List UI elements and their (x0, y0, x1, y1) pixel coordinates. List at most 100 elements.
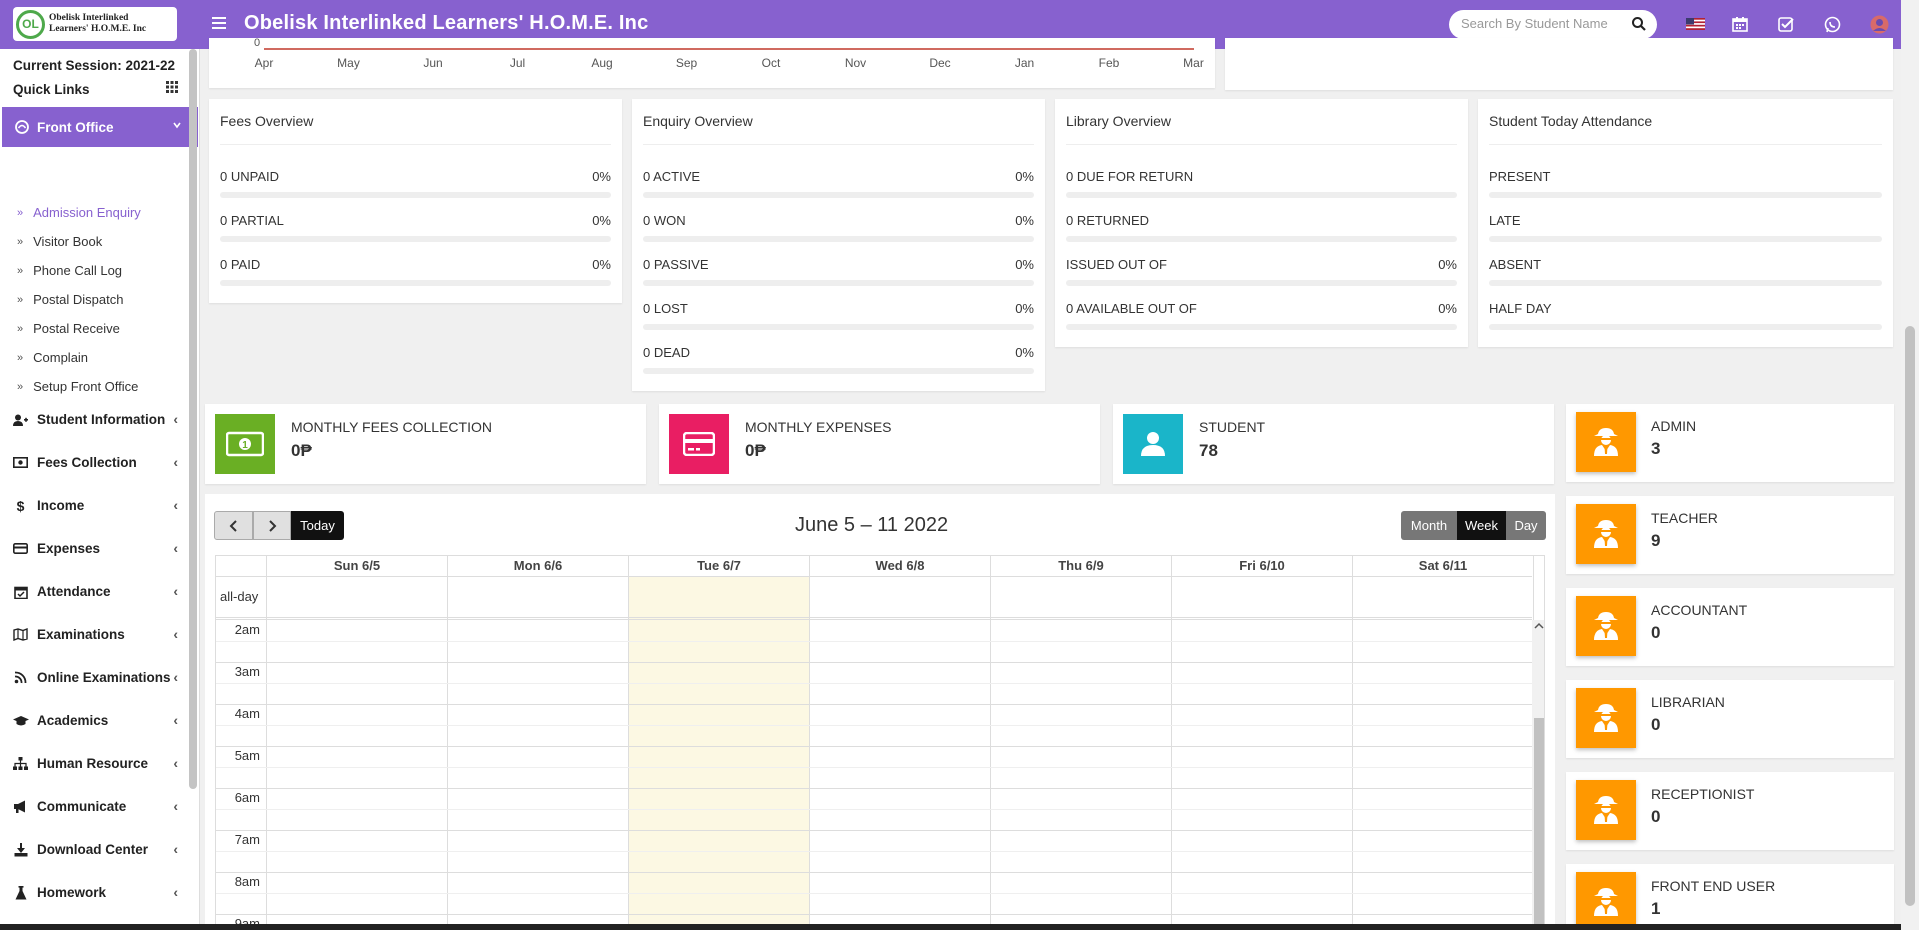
time-slot-label: 4am (234, 706, 260, 721)
money-icon (12, 457, 29, 468)
sidebar-item-communicate[interactable]: Communicate ‹ (0, 785, 190, 828)
library-row: 0 AVAILABLE OUT OF 0% (1066, 298, 1457, 342)
row-label: ISSUED OUT OF (1066, 257, 1167, 272)
calendar-scrollbar[interactable] (1532, 620, 1544, 929)
monthly-expenses-stat: MONTHLY EXPENSES 0₱ (659, 404, 1100, 484)
app-logo[interactable]: OL Obelisk Interlinked Learners' H.O.M.E… (13, 7, 177, 41)
x-tick-label: Sep (676, 56, 698, 70)
sidebar-subitem[interactable]: » Visitor Book (0, 227, 190, 256)
calendar-week-view-button[interactable]: Week (1457, 511, 1506, 540)
x-tick-label: Aug (591, 56, 612, 70)
grid-line (216, 641, 1532, 642)
us-flag-icon[interactable] (1685, 14, 1705, 34)
grid-line (1171, 556, 1172, 929)
row-label: LATE (1489, 213, 1521, 228)
x-tick-label: Dec (929, 56, 950, 70)
grid-line (216, 893, 1532, 894)
day-column-header[interactable]: Sun 6/5 (266, 556, 447, 576)
row-percentage: 0% (1438, 301, 1457, 316)
row-label: 0 RETURNED (1066, 213, 1150, 228)
sidebar-subitem[interactable]: » Complain (0, 343, 190, 372)
sidebar-item-homework[interactable]: Homework ‹ (0, 871, 190, 914)
stat-label: MONTHLY EXPENSES (745, 419, 892, 435)
x-tick-label: Jan (1015, 56, 1034, 70)
calendar-scrollbar-thumb[interactable] (1534, 718, 1544, 929)
role-label: RECEPTIONIST (1651, 786, 1755, 802)
sidebar-item-label: Income (37, 498, 85, 513)
sidebar-item-examinations[interactable]: Examinations ‹ (0, 613, 190, 656)
credit-card-icon (12, 543, 29, 554)
scroll-up-icon[interactable] (1532, 620, 1544, 635)
sidebar-item-fees-collection[interactable]: Fees Collection ‹ (0, 441, 190, 484)
sidebar-item-expenses[interactable]: Expenses ‹ (0, 527, 190, 570)
map-icon (12, 628, 29, 641)
chart-card: 0 Apr May Jun Jul Aug Sep Oct Nov Dec Jan Feb Mar (209, 37, 1215, 88)
grid-line (216, 576, 1532, 577)
sidebar-item-income[interactable]: $ Income ‹ (0, 484, 190, 527)
grid-line (216, 662, 1532, 663)
grid-line (216, 725, 1532, 726)
calendar-next-button[interactable] (253, 511, 291, 540)
row-percentage: 0% (592, 257, 611, 272)
day-column-header[interactable]: Fri 6/10 (1171, 556, 1352, 576)
chevron-left-icon: ‹ (173, 884, 178, 900)
sidebar-item-download-center[interactable]: Download Center ‹ (0, 828, 190, 871)
sidebar-item-student-information[interactable]: Student Information ‹ (0, 398, 190, 441)
sidebar-subitem[interactable]: » Setup Front Office (0, 372, 190, 401)
sidebar-scrollbar[interactable] (189, 49, 197, 789)
progress-bar (643, 236, 1034, 242)
row-label: 0 DUE FOR RETURN (1066, 169, 1194, 184)
row-label: 0 DEAD (643, 345, 690, 360)
day-column-header[interactable]: Wed 6/8 (809, 556, 990, 576)
sidebar-subitem[interactable]: » Admission Enquiry (0, 198, 190, 227)
search-icon[interactable] (1631, 16, 1647, 32)
progress-bar (1066, 192, 1457, 198)
sidebar-item-human-resource[interactable]: Human Resource ‹ (0, 742, 190, 785)
sidebar-item-attendance[interactable]: Attendance ‹ (0, 570, 190, 613)
sidebar-item-online-examinations[interactable]: Online Examinations ‹ (0, 656, 190, 699)
calendar-month-view-button[interactable]: Month (1401, 511, 1457, 540)
row-label: 0 UNPAID (220, 169, 279, 184)
calendar-day-view-button[interactable]: Day (1506, 511, 1546, 540)
row-percentage: 0% (592, 213, 611, 228)
logo-mark: OL (22, 17, 39, 31)
sidebar-subitem[interactable]: » Phone Call Log (0, 256, 190, 285)
calendar-prev-button[interactable] (214, 511, 253, 540)
grid-line (216, 914, 1532, 915)
sidebar-subitem[interactable]: » Postal Dispatch (0, 285, 190, 314)
quick-links-grid-icon[interactable] (166, 81, 178, 96)
chevron-left-icon: ‹ (173, 540, 178, 556)
row-label: 0 AVAILABLE OUT OF (1066, 301, 1197, 316)
calendar-today-button[interactable]: Today (291, 511, 344, 540)
attendance-row: LATE (1489, 210, 1882, 254)
day-column-header[interactable]: Thu 6/9 (990, 556, 1171, 576)
all-day-label: all-day (220, 589, 259, 604)
calendar-icon[interactable] (1730, 14, 1750, 34)
role-label: ACCOUNTANT (1651, 602, 1748, 618)
x-tick-label: May (337, 56, 360, 70)
sidebar-item-academics[interactable]: Academics ‹ (0, 699, 190, 742)
task-checklist-icon[interactable] (1776, 14, 1796, 34)
role-count: 0 (1651, 715, 1661, 734)
grid-line (216, 809, 1532, 810)
whatsapp-icon[interactable] (1822, 14, 1842, 34)
grid-line (216, 788, 1532, 789)
day-column-header[interactable]: Sat 6/11 (1352, 556, 1533, 576)
enquiry-row: 0 WON 0% (643, 210, 1034, 254)
sidebar-item-label: Front Office (37, 119, 114, 135)
grid-line (1352, 556, 1353, 929)
sidebar-subitem-label: Complain (33, 350, 89, 365)
user-secret-icon (1576, 872, 1636, 930)
row-percentage: 0% (1015, 301, 1034, 316)
sidebar-item-label: Homework (37, 885, 107, 900)
day-column-header[interactable]: Mon 6/6 (447, 556, 628, 576)
sidebar-subitem[interactable]: » Postal Receive (0, 314, 190, 343)
page-scrollbar[interactable] (1901, 0, 1919, 930)
search-input[interactable] (1461, 16, 1621, 31)
page-scrollbar-thumb[interactable] (1905, 326, 1915, 906)
day-column-header[interactable]: Tue 6/7 (628, 556, 809, 576)
user-avatar-icon[interactable] (1869, 14, 1889, 34)
sidebar-toggle-icon[interactable] (212, 16, 226, 34)
sidebar-item-front-office[interactable]: Front Office (2, 107, 198, 147)
bottom-taskbar-edge (0, 924, 1901, 930)
